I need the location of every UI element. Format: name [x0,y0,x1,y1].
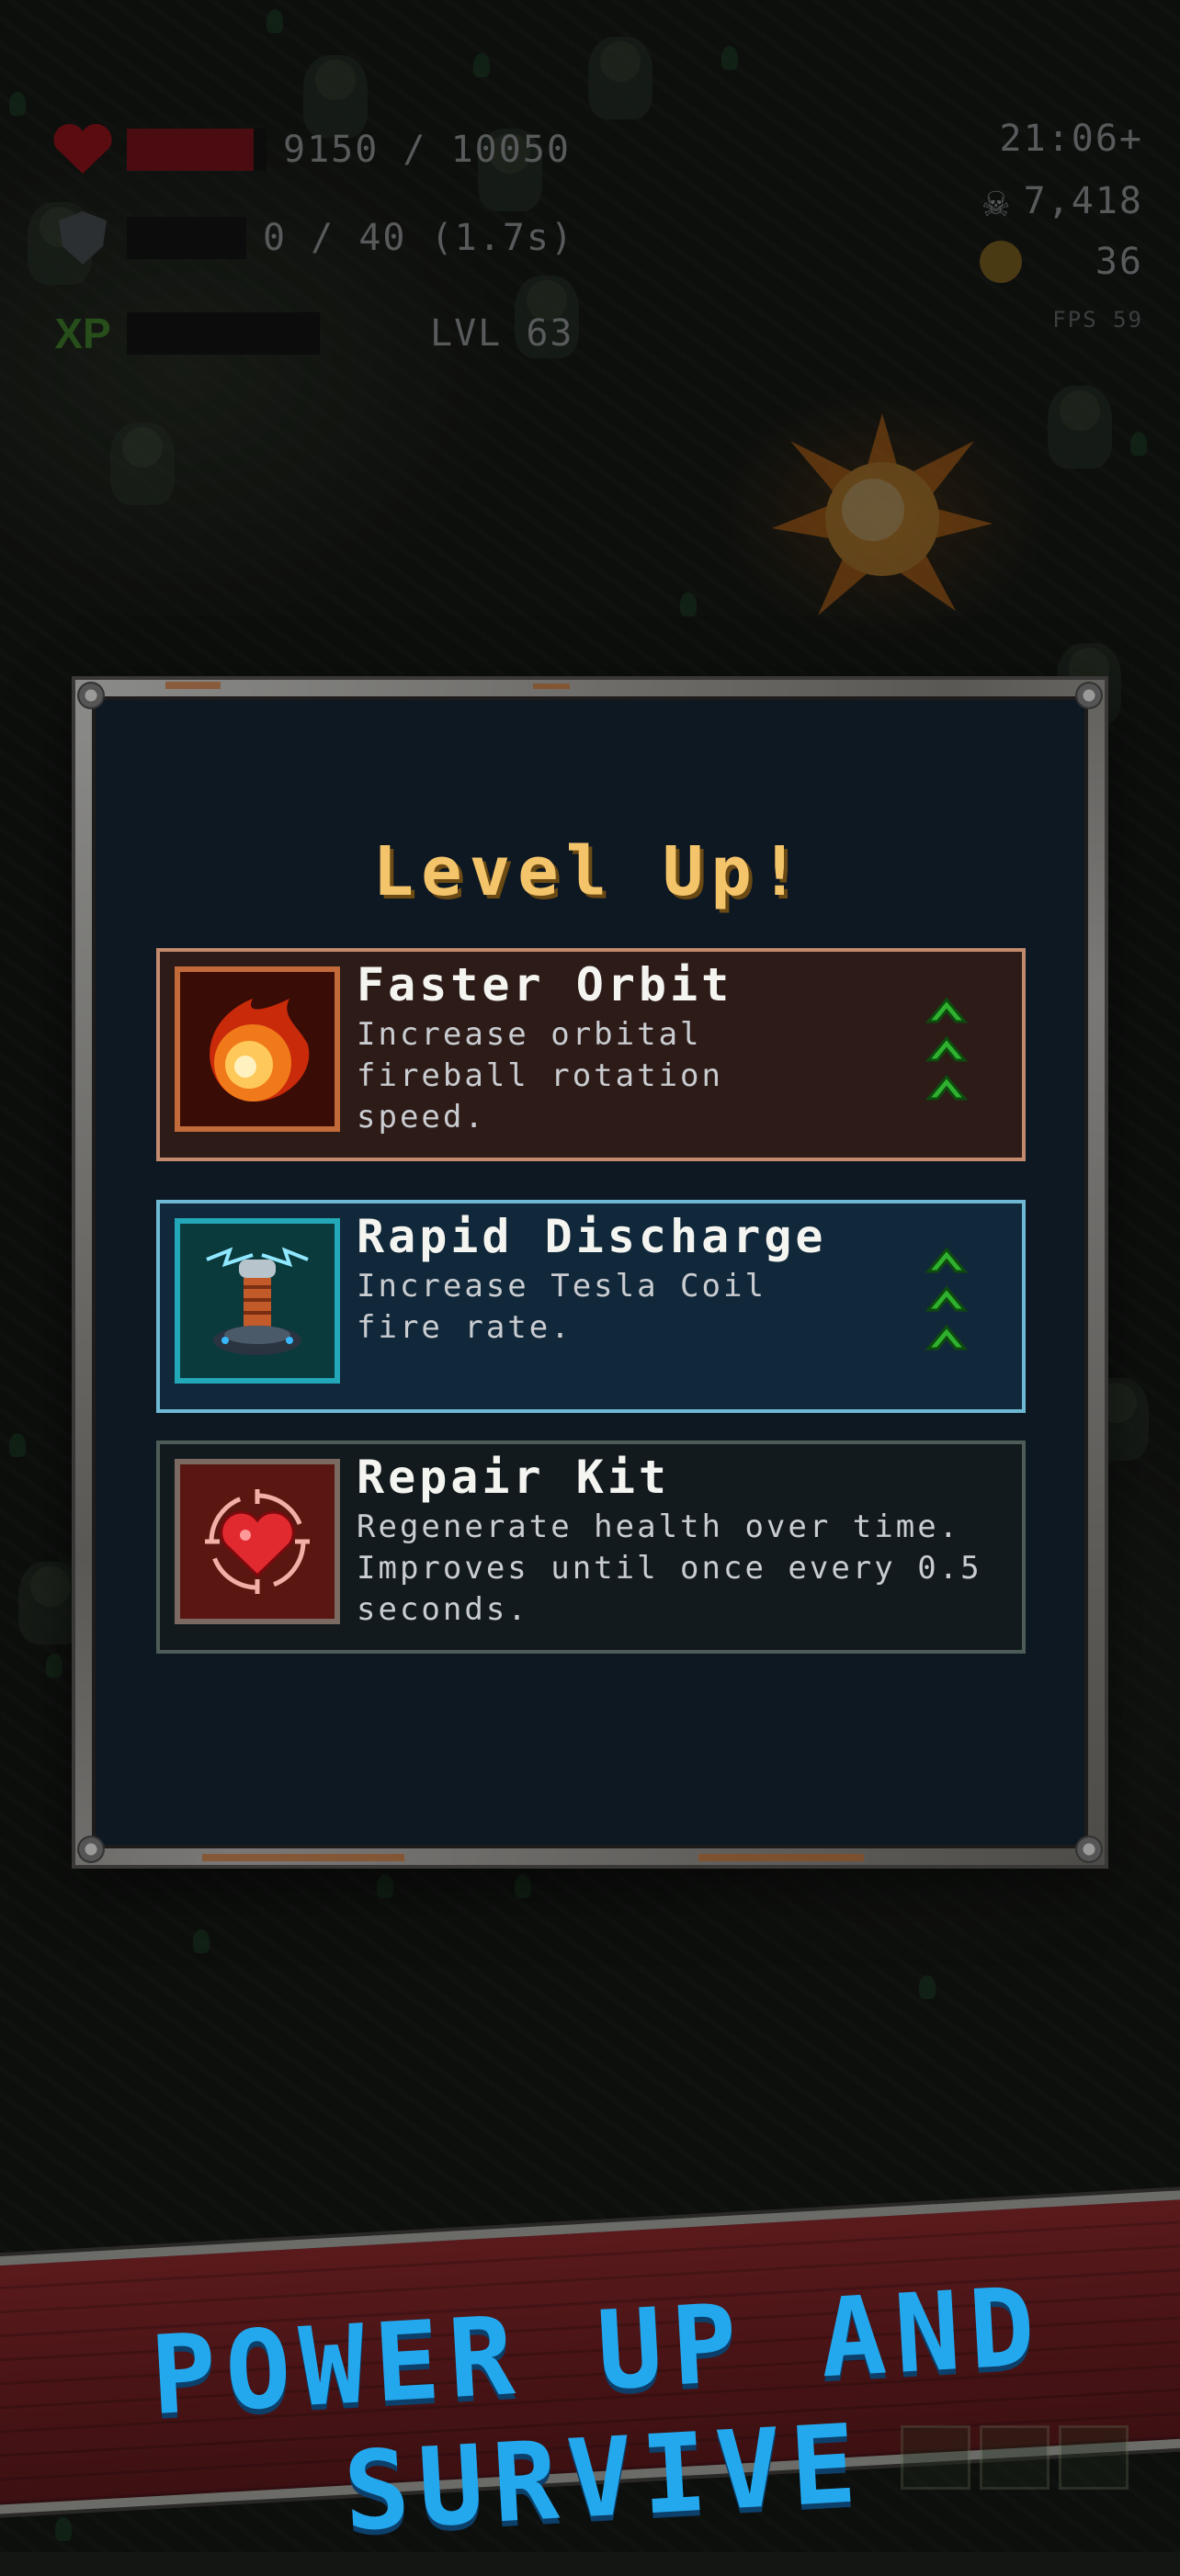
rust-spot [698,1854,864,1861]
fps-counter: FPS 59 [1052,307,1143,333]
tesla-coil-icon [175,1218,340,1384]
level-up-dialog: Level Up! Faster Orbit Increase orbital … [75,680,1105,1865]
dialog-rivet [1075,682,1103,709]
shield-icon [46,208,119,268]
skull-icon: ☠ [982,176,1011,226]
option-description: Increase Tesla Coil fire rate. [357,1268,766,1346]
option-title: Faster Orbit [357,958,733,1011]
chevron-up-icon [925,1029,969,1066]
upgrade-option-rapid-discharge[interactable]: Rapid Discharge Increase Tesla Coil fire… [156,1200,1026,1413]
shield-row: 0 / 40 (1.7s) [46,208,574,268]
xp-row: XP LVL 63 [46,303,574,364]
shield-bar [127,217,246,259]
health-text: 9150 / 10050 [283,129,571,171]
option-description: Increase orbital fireball rotation speed… [357,1016,723,1135]
coin-count: 36 [1095,241,1143,283]
upgrade-option-repair-kit[interactable]: Repair Kit Regenerate health over time. … [156,1441,1026,1654]
kill-counter: ☠ 7,418 [983,176,1143,226]
dialog-title: Level Up! [372,832,808,911]
timer-text: 21:06+ [999,118,1143,160]
coin-counter: 36 [979,241,1143,283]
kill-count: 7,418 [1023,180,1143,222]
rust-spot [202,1854,404,1861]
health-bar-fill [127,129,255,171]
xp-label: XP [54,310,111,357]
dialog-rivet [77,682,105,709]
chevron-up-icon [925,1068,969,1104]
option-title: Repair Kit [357,1451,671,1504]
dialog-rivet [77,1836,105,1863]
coin-icon [979,241,1022,283]
toolbar-slot[interactable] [901,2425,970,2490]
upgrade-arrows [902,952,991,1158]
toolbar-slot[interactable] [980,2425,1050,2490]
level-text: LVL 63 [430,312,574,355]
upgrade-arrows [902,1203,991,1409]
heart-icon [46,119,119,180]
fireball-icon [175,966,340,1132]
health-bar [127,129,267,171]
xp-bar [127,312,320,355]
option-description: Regenerate health over time. Improves un… [357,1508,982,1628]
toolbar-slot[interactable] [1059,2425,1129,2490]
chevron-up-icon [925,990,969,1027]
chevron-up-icon [925,1317,969,1354]
dialog-rivet [1075,1836,1103,1863]
chevron-up-icon [925,1240,969,1277]
bottom-toolbar [901,2425,1129,2490]
rust-spot [165,682,221,689]
rust-spot [533,684,570,689]
xp-icon: XP [46,303,119,364]
heart-target-icon [175,1459,340,1624]
chevron-up-icon [925,1279,969,1316]
option-title: Rapid Discharge [357,1210,827,1263]
upgrade-option-faster-orbit[interactable]: Faster Orbit Increase orbital fireball r… [156,948,1026,1161]
shield-text: 0 / 40 (1.7s) [263,217,575,259]
health-row: 9150 / 10050 [46,119,571,180]
